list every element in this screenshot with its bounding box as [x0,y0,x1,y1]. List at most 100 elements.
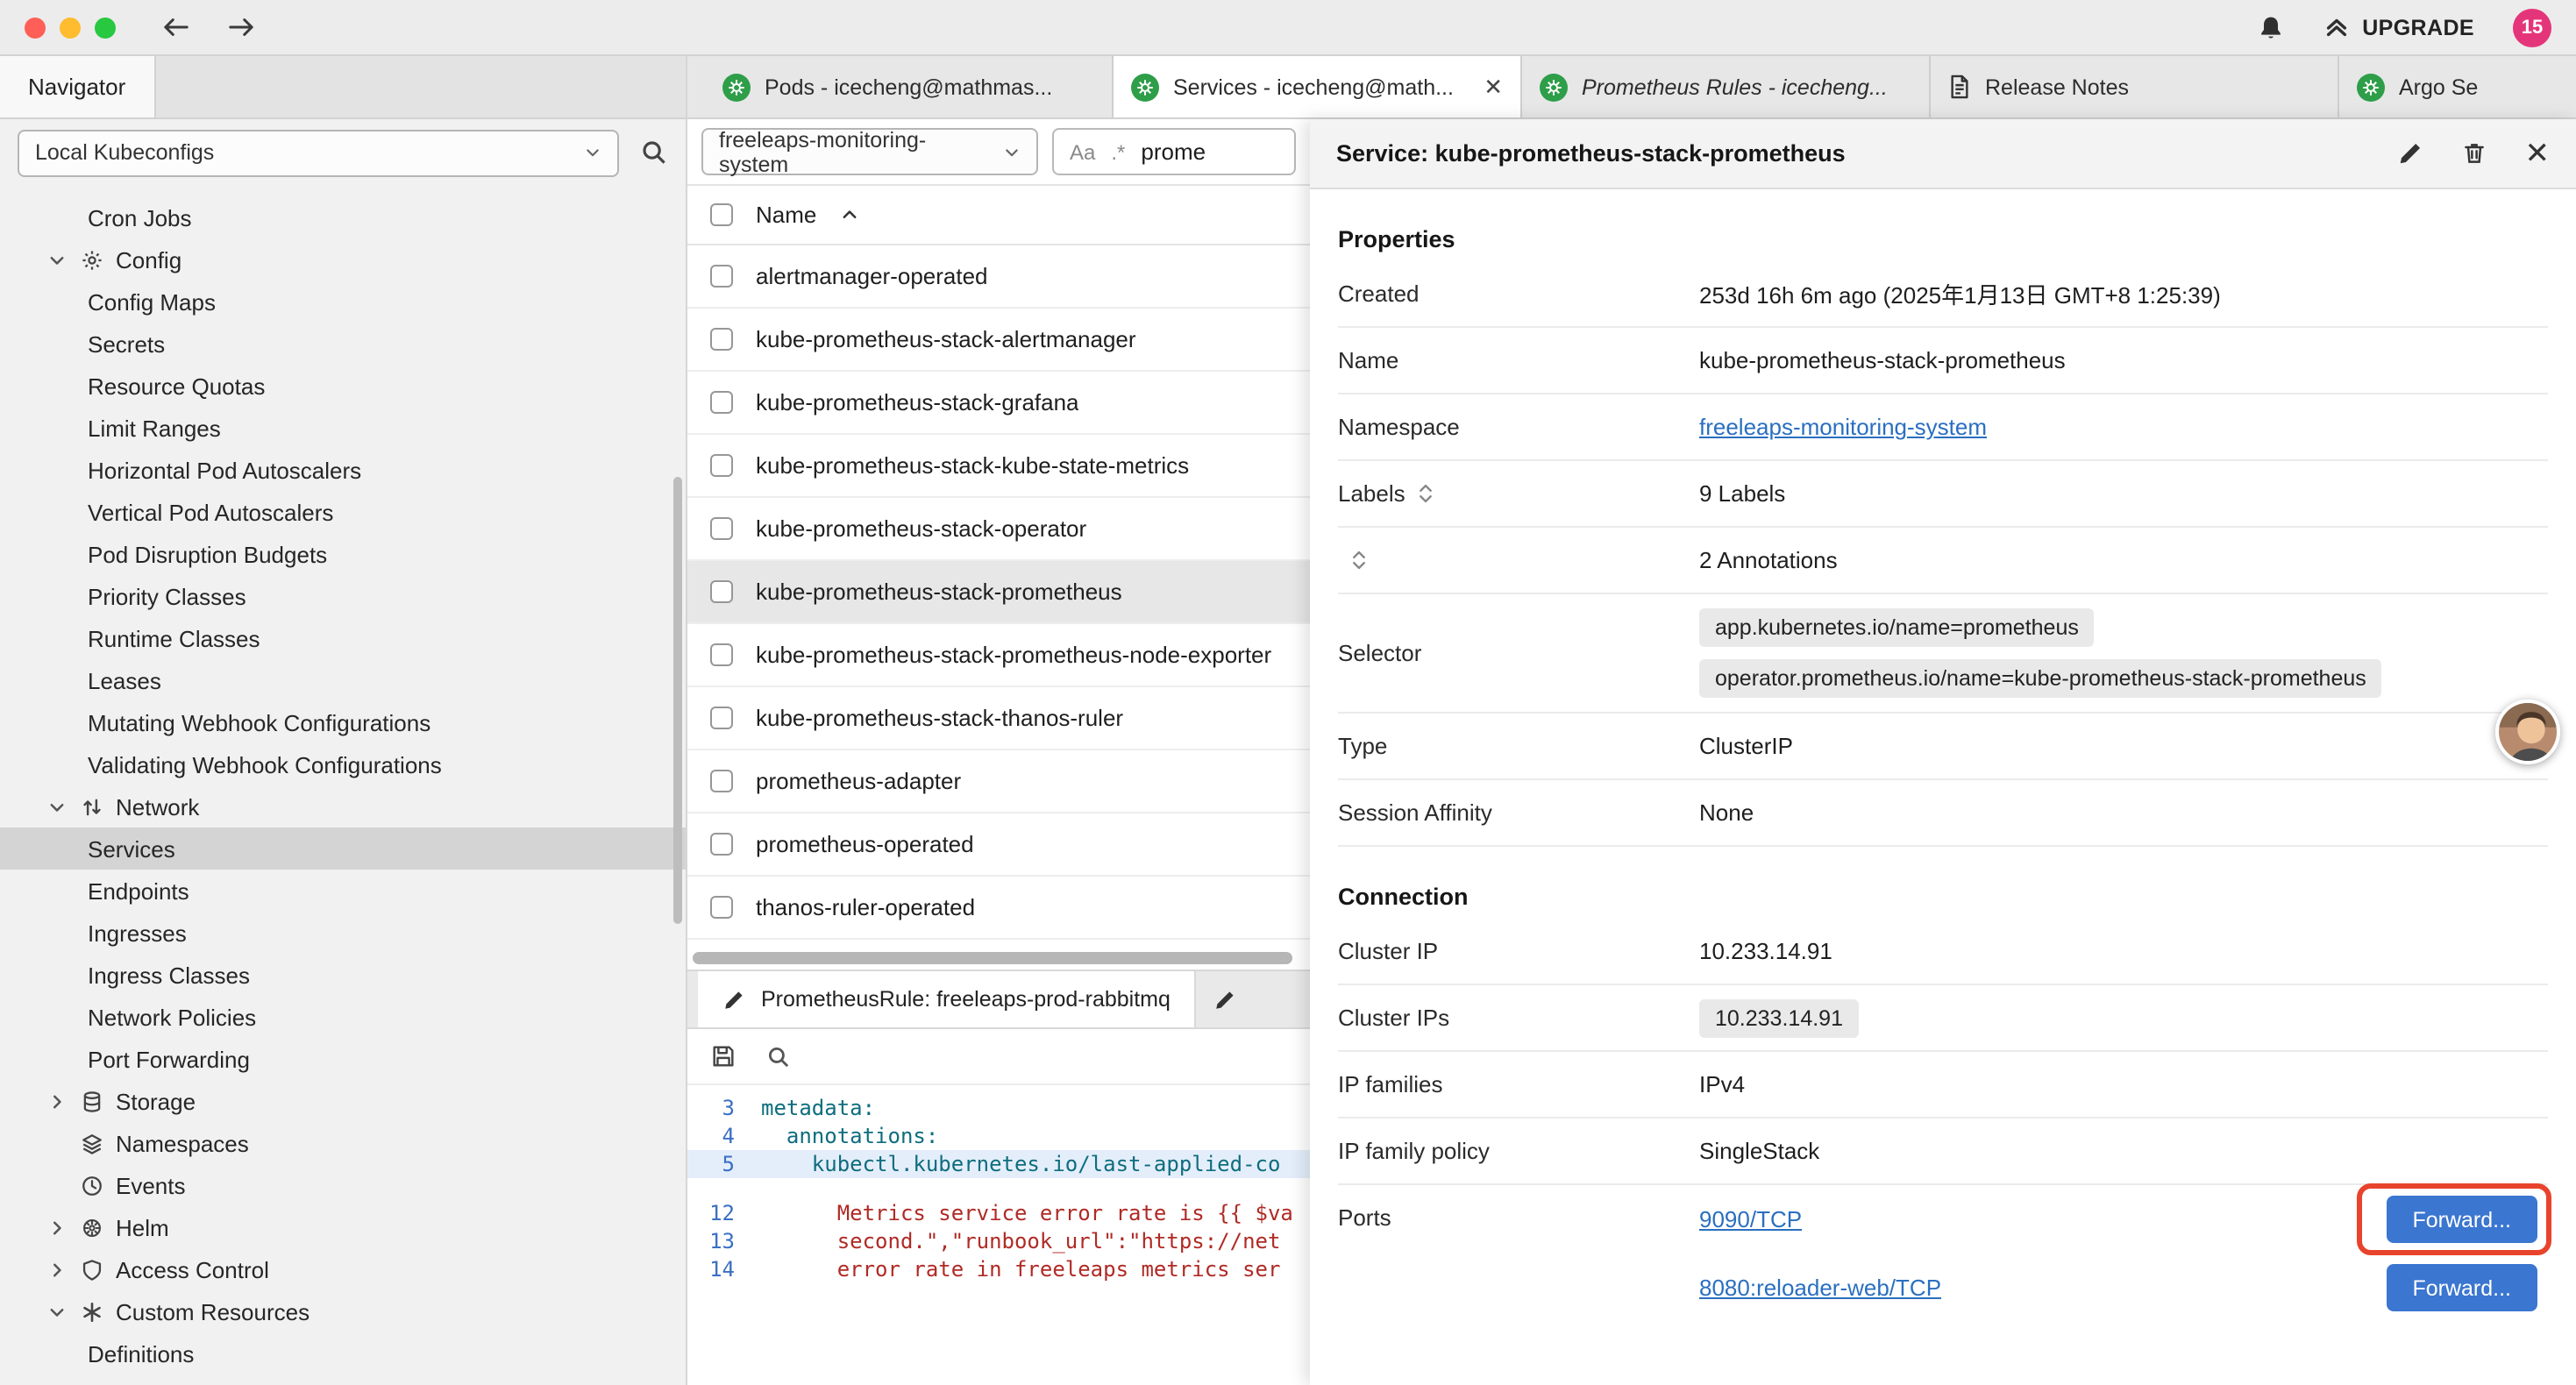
sidebar-item-namespaces[interactable]: Namespaces [0,1122,686,1164]
forward-button[interactable] [226,14,256,40]
sort-ascending-icon[interactable] [839,205,858,224]
dock-tab-prometheusrule[interactable]: PrometheusRule: freeleaps-prod-rabbitmq [698,971,1197,1027]
row-checkbox[interactable] [710,643,733,666]
table-header: Name [687,186,1310,245]
table-row[interactable]: kube-prometheus-stack-alertmanager [687,309,1310,372]
sidebar-item-label: Ingresses [88,920,187,946]
forward-button[interactable]: Forward... [2386,1196,2537,1243]
port-link[interactable]: 8080:reloader-web/TCP [1699,1275,1941,1301]
tab-services[interactable]: Services - icecheng@math... ✕ [1114,56,1522,117]
close-tab-icon[interactable]: ✕ [1484,73,1503,101]
expander-icon[interactable] [1418,482,1435,505]
table-row[interactable]: kube-prometheus-stack-thanos-ruler [687,687,1310,750]
sidebar-item-endpoints[interactable]: Endpoints [0,870,686,912]
tab-prometheus-rules[interactable]: Prometheus Rules - icecheng... [1522,56,1931,117]
tab-pods[interactable]: Pods - icecheng@mathmas... [705,56,1114,117]
sidebar-item-custom-resources[interactable]: Custom Resources [0,1290,686,1332]
close-window-button[interactable] [25,17,46,38]
row-checkbox[interactable] [710,391,733,414]
row-checkbox[interactable] [710,265,733,288]
upgrade-button[interactable]: UPGRADE [2323,14,2474,40]
sidebar-item-limit-ranges[interactable]: Limit Ranges [0,407,686,449]
sidebar-item-port-forwarding[interactable]: Port Forwarding [0,1038,686,1080]
sidebar-item-cron-jobs[interactable]: Cron Jobs [0,196,686,238]
sidebar-item-services[interactable]: Services [0,827,686,870]
tab-argo[interactable]: Argo Se [2339,56,2576,117]
row-checkbox[interactable] [710,328,733,351]
selector-chip: operator.prometheus.io/name=kube-prometh… [1699,659,2382,698]
search-input[interactable]: Aa .* prome [1052,128,1296,175]
sidebar-item-pod-disruption-budgets[interactable]: Pod Disruption Budgets [0,533,686,575]
namespace-link[interactable]: freeleaps-monitoring-system [1699,414,1987,440]
code-text: Metrics service error rate is {{ $va [761,1199,1293,1227]
table-row[interactable]: prometheus-adapter [687,750,1310,813]
table-row[interactable]: prometheus-operated [687,813,1310,877]
row-checkbox[interactable] [710,833,733,856]
sidebar-item-ingresses[interactable]: Ingresses [0,912,686,954]
editor-search-icon[interactable] [766,1044,791,1069]
sidebar-item-secrets[interactable]: Secrets [0,323,686,365]
sidebar-item-access-control[interactable]: Access Control [0,1248,686,1290]
sidebar-item-ingress-classes[interactable]: Ingress Classes [0,954,686,996]
row-checkbox[interactable] [710,580,733,603]
sidebar-item-events[interactable]: Events [0,1164,686,1206]
sidebar-item-priority-classes[interactable]: Priority Classes [0,575,686,617]
sidebar-scrollbar[interactable] [673,477,682,924]
sidebar-item-config[interactable]: Config [0,238,686,281]
row-checkbox[interactable] [710,517,733,540]
namespace-selector[interactable]: freeleaps-monitoring-system [701,128,1038,175]
sidebar-item-mutating-webhook-configurations[interactable]: Mutating Webhook Configurations [0,701,686,743]
regex-toggle[interactable]: .* [1111,139,1125,164]
sidebar-item-vertical-pod-autoscalers[interactable]: Vertical Pod Autoscalers [0,491,686,533]
kubeconfig-selector[interactable]: Local Kubeconfigs [18,129,619,176]
avatar[interactable] [2495,700,2560,764]
table-row[interactable]: kube-prometheus-stack-prometheus-node-ex… [687,624,1310,687]
sidebar-item-definitions[interactable]: Definitions [0,1332,686,1374]
row-checkbox[interactable] [710,770,733,792]
zoom-window-button[interactable] [95,17,116,38]
edit-icon[interactable] [2397,140,2423,167]
horizontal-scrollbar[interactable] [693,952,1305,964]
sidebar-item-network[interactable]: Network [0,785,686,827]
back-button[interactable] [161,14,191,40]
select-all-checkbox[interactable] [710,203,733,226]
dock-tab-partial[interactable] [1197,971,1255,1027]
tab-release-notes[interactable]: Release Notes [1931,56,2339,117]
line-number: 3 [687,1094,761,1122]
sidebar-item-validating-webhook-configurations[interactable]: Validating Webhook Configurations [0,743,686,785]
row-checkbox[interactable] [710,454,733,477]
table-row[interactable]: alertmanager-operated [687,245,1310,309]
table-row-selected[interactable]: kube-prometheus-stack-prometheus [687,561,1310,624]
forward-button[interactable]: Forward... [2386,1264,2537,1311]
notifications-bell-icon[interactable] [2257,13,2285,41]
minimize-window-button[interactable] [60,17,81,38]
sidebar-item-leases[interactable]: Leases [0,659,686,701]
yaml-editor[interactable]: 3metadata: 4 annotations: 5 kubectl.kube… [687,1085,1310,1385]
sidebar-item-config-maps[interactable]: Config Maps [0,281,686,323]
row-checkbox[interactable] [710,707,733,729]
close-icon[interactable]: ✕ [2525,138,2551,168]
navigator-tab[interactable]: Navigator [0,56,155,117]
table-row[interactable]: kube-prometheus-stack-grafana [687,372,1310,435]
sidebar-item-helm[interactable]: Helm [0,1206,686,1248]
table-row[interactable]: thanos-ruler-operated [687,877,1310,940]
sidebar-item-resource-quotas[interactable]: Resource Quotas [0,365,686,407]
port-link[interactable]: 9090/TCP [1699,1206,1802,1232]
notification-count-badge[interactable]: 15 [2513,8,2551,46]
sidebar-item-network-policies[interactable]: Network Policies [0,996,686,1038]
table-row[interactable]: kube-prometheus-stack-kube-state-metrics [687,435,1310,498]
save-icon[interactable] [710,1043,737,1069]
name-column-header[interactable]: Name [756,202,816,228]
scrollbar-thumb[interactable] [693,952,1292,964]
match-case-toggle[interactable]: Aa [1070,139,1095,164]
sidebar-item-storage[interactable]: Storage [0,1080,686,1122]
row-checkbox[interactable] [710,896,733,919]
folded-region[interactable] [687,1178,1310,1199]
property-row-namespace: Namespace freeleaps-monitoring-system [1338,394,2548,461]
expander-icon[interactable] [1350,549,1368,572]
delete-icon[interactable] [2462,140,2487,167]
table-row[interactable]: kube-prometheus-stack-operator [687,498,1310,561]
navigator-search-icon[interactable] [640,138,668,167]
sidebar-item-horizontal-pod-autoscalers[interactable]: Horizontal Pod Autoscalers [0,449,686,491]
sidebar-item-runtime-classes[interactable]: Runtime Classes [0,617,686,659]
